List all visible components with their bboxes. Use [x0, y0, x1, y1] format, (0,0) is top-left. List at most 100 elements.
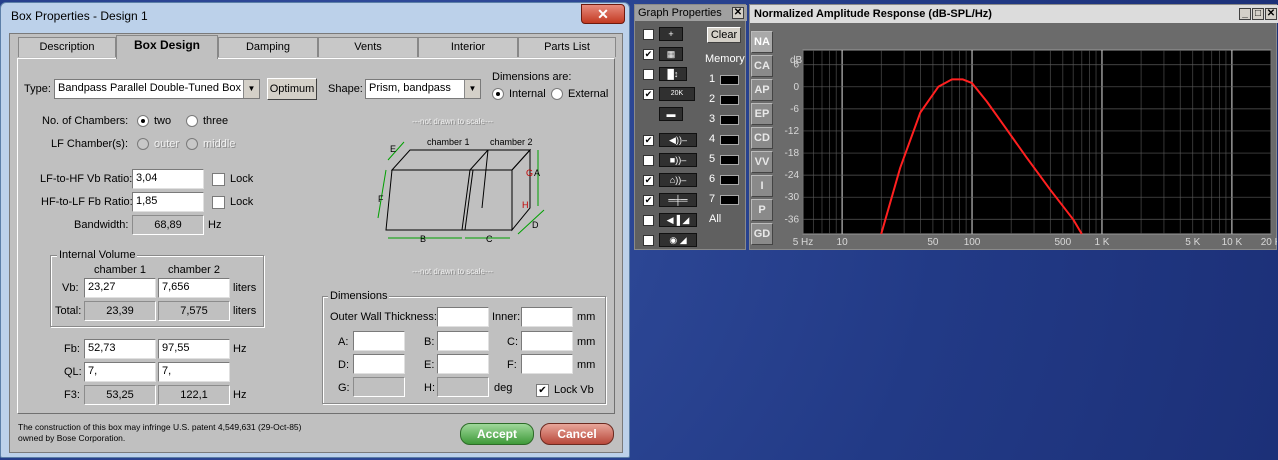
- external-radio[interactable]: [551, 88, 563, 100]
- ql-chamber1-input[interactable]: 7,: [84, 362, 156, 382]
- tab-parts-list[interactable]: Parts List: [518, 37, 616, 57]
- diagram-g: G: [526, 168, 533, 178]
- external-label: External: [568, 88, 609, 100]
- outer-wall-input[interactable]: [437, 307, 489, 327]
- amplitude-chart: 6 0 -6 -12 -18 -24 -30 -36 5 Hz 10 50 100 500 1 K 5 K 1…: [785, 49, 1277, 248]
- h-value: [437, 377, 489, 397]
- grid-option-checkbox[interactable]: [643, 29, 654, 40]
- box-speaker-icon: ■))–: [659, 153, 697, 167]
- b-input[interactable]: [437, 331, 489, 351]
- vb-ratio-label: LF-to-HF Vb Ratio:: [40, 173, 133, 185]
- trace-option-checkbox[interactable]: [643, 215, 654, 226]
- accept-button[interactable]: Accept: [460, 423, 534, 445]
- tab-box-design[interactable]: Box Design: [116, 35, 218, 59]
- a-input[interactable]: [353, 331, 405, 351]
- fb-chamber2-input[interactable]: 97,55: [158, 339, 230, 359]
- grid-option-checkbox[interactable]: [643, 69, 654, 80]
- fb-label: Fb:: [64, 343, 80, 355]
- clear-button[interactable]: Clear: [707, 27, 741, 43]
- fb-ratio-label: HF-to-LF Fb Ratio:: [41, 196, 133, 208]
- shape-select[interactable]: Prism, bandpass ▼: [365, 79, 481, 99]
- x-tick-label: 100: [964, 237, 981, 248]
- type-select[interactable]: Bandpass Parallel Double-Tuned Box ▼: [54, 79, 260, 99]
- diagram-chamber2: chamber 2: [490, 137, 533, 147]
- d-input[interactable]: [353, 354, 405, 374]
- vb-ratio-lock-checkbox[interactable]: [212, 173, 225, 186]
- f3-chamber2: 122,1: [158, 385, 230, 405]
- trace-option-checkbox[interactable]: ✔: [643, 195, 654, 206]
- bandwidth-value: 68,89: [132, 215, 204, 235]
- memory-4-slot[interactable]: [720, 135, 739, 145]
- trace-option-checkbox[interactable]: ✔: [643, 175, 654, 186]
- fb-ratio-lock-checkbox[interactable]: [212, 196, 225, 209]
- inner-label: Inner:: [492, 311, 521, 323]
- x-tick-label: 10 K: [1222, 237, 1243, 248]
- num-chambers-label: No. of Chambers:: [42, 115, 129, 127]
- tab-vents[interactable]: Vents: [318, 37, 418, 57]
- dimensions-title: Dimensions: [328, 290, 390, 302]
- inner-wall-input[interactable]: [521, 307, 573, 327]
- tab-description[interactable]: Description: [18, 37, 116, 57]
- memory-5-label: 5: [709, 153, 716, 165]
- e-label: E:: [424, 359, 435, 371]
- graph-properties-panel: Graph Properties ✕ + ✔ ▦ █↕ ✔ 20K ▬ ✔ ◀)…: [634, 4, 747, 250]
- c-input[interactable]: [521, 331, 573, 351]
- tab-damping[interactable]: Damping: [218, 37, 318, 57]
- outer-radio[interactable]: [137, 138, 149, 150]
- x-tick-label: 5 Hz: [793, 237, 814, 248]
- memory-7-slot[interactable]: [720, 195, 739, 205]
- y-tick-label: -12: [785, 126, 800, 137]
- freq-range-icon: 20K: [659, 87, 695, 101]
- x-tick-label: 50: [927, 237, 939, 248]
- memory-6-slot[interactable]: [720, 175, 739, 185]
- diagram-d: D: [532, 220, 539, 230]
- liters-unit: liters: [233, 305, 257, 317]
- grid-option-checkbox[interactable]: ✔: [643, 89, 654, 100]
- not-to-scale-note: ---not drawn to scale---: [412, 267, 493, 276]
- middle-radio[interactable]: [186, 138, 198, 150]
- memory-all-label[interactable]: All: [709, 213, 721, 225]
- total-chamber2: 7,575: [158, 301, 230, 321]
- memory-1-slot[interactable]: [720, 75, 739, 85]
- vb-label: Vb:: [62, 282, 79, 294]
- grid-option-checkbox[interactable]: ✔: [643, 49, 654, 60]
- freq-20k-label: 20K: [670, 90, 684, 97]
- diagram-e: E: [390, 144, 396, 154]
- not-to-scale-note: ---not drawn to scale---: [412, 117, 493, 126]
- speaker-chart-icon: ◀▐ ◢: [659, 213, 697, 227]
- close-icon[interactable]: ✕: [581, 4, 625, 24]
- b-label: B:: [424, 336, 435, 348]
- close-icon[interactable]: ✕: [732, 7, 744, 19]
- fb-ratio-input[interactable]: 1,85: [132, 192, 204, 212]
- driver-chart-icon: ◉ ◢: [659, 233, 697, 247]
- vb-chamber1-input[interactable]: 23,27: [84, 278, 156, 298]
- y-tick-label: -24: [785, 170, 800, 181]
- outer-label: outer: [154, 138, 180, 150]
- trace-option-checkbox[interactable]: ✔: [643, 135, 654, 146]
- optimum-button[interactable]: Optimum: [267, 78, 317, 100]
- chamber1-header: chamber 1: [94, 264, 146, 276]
- internal-radio[interactable]: [492, 88, 504, 100]
- dimensions-are-label: Dimensions are:: [492, 71, 572, 83]
- cancel-button[interactable]: Cancel: [540, 423, 614, 445]
- memory-2-slot[interactable]: [720, 95, 739, 105]
- x-tick-label: 10: [837, 237, 849, 248]
- f-input[interactable]: [521, 354, 573, 374]
- deg-unit: deg: [494, 382, 513, 394]
- three-chambers-radio[interactable]: [186, 115, 198, 127]
- vb-ratio-input[interactable]: 3,04: [132, 169, 204, 189]
- fb-chamber1-input[interactable]: 52,73: [84, 339, 156, 359]
- vb-chamber2-input[interactable]: 7,656: [158, 278, 230, 298]
- type-value: Bandpass Parallel Double-Tuned Box: [58, 82, 242, 94]
- two-chambers-radio[interactable]: [137, 115, 149, 127]
- memory-3-slot[interactable]: [720, 115, 739, 125]
- lock-vb-checkbox[interactable]: ✔: [536, 384, 549, 397]
- ql-chamber2-input[interactable]: 7,: [158, 362, 230, 382]
- memory-5-slot[interactable]: [720, 155, 739, 165]
- y-tick-label: -36: [785, 214, 800, 225]
- trace-option-checkbox[interactable]: [643, 235, 654, 246]
- e-input[interactable]: [437, 354, 489, 374]
- tab-interior[interactable]: Interior: [418, 37, 518, 57]
- trace-option-checkbox[interactable]: [643, 155, 654, 166]
- dialog-title: Box Properties - Design 1: [11, 9, 148, 23]
